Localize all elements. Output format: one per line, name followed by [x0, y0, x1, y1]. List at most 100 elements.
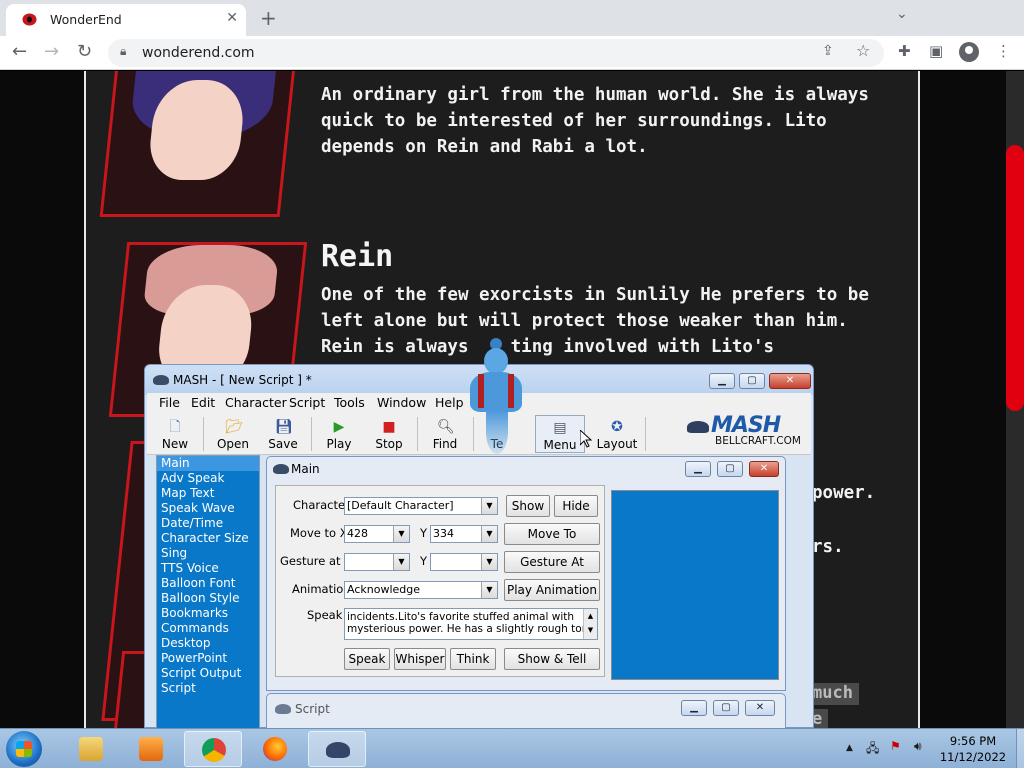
menu-character[interactable]: Character — [225, 395, 287, 410]
forward-icon[interactable]: → — [44, 41, 59, 63]
list-item[interactable]: Bookmarks — [157, 606, 259, 621]
save-button[interactable]: 💾︎ Save — [261, 415, 305, 453]
scrollbar-thumb[interactable] — [1006, 145, 1024, 411]
close-tab-icon[interactable]: ✕ — [226, 10, 238, 26]
taskbar-media-player[interactable] — [122, 731, 180, 767]
list-item[interactable]: Map Text — [157, 486, 259, 501]
speak-textarea[interactable]: incidents.Lito's favorite stuffed animal… — [344, 608, 598, 640]
new-tab-icon[interactable]: + — [260, 6, 277, 30]
menu-file[interactable]: File — [159, 395, 180, 410]
star-icon[interactable]: ☆ — [856, 41, 870, 60]
stop-button[interactable]: ■ Stop — [369, 415, 409, 453]
chevron-down-icon[interactable]: ⌄ — [896, 6, 908, 22]
list-item[interactable]: Desktop — [157, 636, 259, 651]
share-icon[interactable]: ⇪ — [822, 43, 834, 59]
show-button[interactable]: Show — [506, 495, 550, 517]
menu-window[interactable]: Window — [377, 395, 426, 410]
reload-icon[interactable]: ↻ — [77, 41, 92, 63]
move-to-button[interactable]: Move To — [504, 523, 600, 545]
list-item[interactable]: Adv Speak — [157, 471, 259, 486]
chevron-down-icon[interactable]: ▼ — [393, 526, 409, 542]
character-label: Character — [293, 498, 350, 512]
close-icon[interactable]: ✕ — [769, 373, 811, 389]
play-button[interactable]: ▶ Play — [319, 415, 359, 453]
list-item[interactable]: Character Size — [157, 531, 259, 546]
taskbar-chrome[interactable] — [184, 731, 242, 767]
tray-arrow-icon[interactable]: ▲ — [846, 743, 853, 753]
media-player-icon — [139, 737, 163, 761]
command-list[interactable]: Main Adv Speak Map Text Speak Wave Date/… — [156, 455, 260, 729]
close-icon[interactable]: ✕ — [745, 700, 775, 716]
speak-button[interactable]: Speak — [344, 648, 390, 670]
taskbar-firefox[interactable] — [246, 731, 304, 767]
maximize-icon[interactable]: ▢ — [717, 461, 743, 477]
mash-icon — [326, 742, 350, 758]
menu-button[interactable]: ▤ Menu — [535, 415, 585, 453]
new-button[interactable]: 🗋 New — [155, 415, 195, 453]
mouse-cursor-icon — [580, 430, 592, 448]
volume-icon[interactable]: 🔊︎ — [914, 739, 922, 754]
find-button[interactable]: 🔍︎ Find — [425, 415, 465, 453]
list-item[interactable]: Date/Time — [157, 516, 259, 531]
flag-alert-icon[interactable]: ⚑ — [890, 739, 901, 753]
think-button[interactable]: Think — [450, 648, 496, 670]
menu-script[interactable]: Script — [289, 395, 325, 410]
maximize-icon[interactable]: ▢ — [713, 700, 739, 716]
back-icon[interactable]: ← — [12, 41, 27, 63]
taskbar-explorer[interactable] — [62, 731, 120, 767]
minimize-icon[interactable]: ▁ — [685, 461, 711, 477]
browser-tab[interactable]: WonderEnd ✕ — [6, 4, 246, 36]
gesture-at-button[interactable]: Gesture At — [504, 551, 600, 573]
list-item[interactable]: Speak Wave — [157, 501, 259, 516]
network-icon[interactable]: 🖧︎ — [866, 739, 879, 760]
list-item[interactable]: Balloon Font — [157, 576, 259, 591]
move-y-input[interactable]: 334 ▼ — [430, 525, 498, 543]
minimize-icon[interactable]: ▁ — [709, 373, 735, 389]
list-item[interactable]: Sing — [157, 546, 259, 561]
clock-time: 9:56 PM — [949, 734, 997, 748]
animation-select[interactable]: Acknowledge ▼ — [344, 581, 498, 599]
menu-icon[interactable]: ⋮ — [996, 42, 1011, 60]
whisper-button[interactable]: Whisper — [394, 648, 446, 670]
chevron-down-icon[interactable]: ▼ — [481, 582, 497, 598]
scrollbar[interactable]: ▲ ▼ — [583, 609, 597, 639]
list-item[interactable]: Commands — [157, 621, 259, 636]
start-button[interactable] — [6, 731, 42, 767]
gesture-y-input[interactable]: ▼ — [430, 553, 498, 571]
lito-description: An ordinary girl from the human world. S… — [321, 85, 869, 157]
hide-button[interactable]: Hide — [554, 495, 598, 517]
profile-icon[interactable] — [959, 42, 979, 62]
list-item[interactable]: PowerPoint — [157, 651, 259, 666]
minimize-icon[interactable]: ▁ — [681, 700, 707, 716]
taskbar-clock[interactable]: 9:56 PM 11/12/2022 — [930, 733, 1016, 765]
open-button[interactable]: 📂︎ Open — [211, 415, 255, 453]
gesture-x-input[interactable]: ▼ — [344, 553, 410, 571]
chevron-down-icon[interactable]: ▼ — [393, 554, 409, 570]
list-item[interactable]: Script Output — [157, 666, 259, 681]
character-preview — [611, 490, 779, 680]
list-item[interactable]: TTS Voice — [157, 561, 259, 576]
character-select[interactable]: [Default Character] ▼ — [344, 497, 498, 515]
sidebar-icon[interactable]: ▣ — [929, 42, 943, 60]
show-and-tell-button[interactable]: Show & Tell — [504, 648, 600, 670]
move-x-input[interactable]: 428 ▼ — [344, 525, 410, 543]
list-item[interactable]: Script — [157, 681, 259, 696]
chevron-down-icon[interactable]: ▼ — [481, 554, 497, 570]
play-animation-button[interactable]: Play Animation — [504, 579, 600, 601]
lock-icon[interactable]: 🔒︎ — [120, 44, 126, 59]
menu-tools[interactable]: Tools — [334, 395, 365, 410]
close-icon[interactable]: ✕ — [749, 461, 779, 477]
maximize-icon[interactable]: ▢ — [739, 373, 765, 389]
mash-title: MASH - [ New Script ] * — [173, 373, 312, 387]
menu-edit[interactable]: Edit — [191, 395, 215, 410]
extensions-icon[interactable]: ✚ — [898, 42, 911, 60]
show-desktop-button[interactable] — [1016, 729, 1024, 768]
list-item[interactable]: Main — [157, 456, 259, 471]
genie-agent-character[interactable] — [460, 338, 530, 458]
layout-button[interactable]: ✪ Layout — [595, 415, 639, 453]
chevron-down-icon[interactable]: ▼ — [481, 498, 497, 514]
chevron-down-icon[interactable]: ▼ — [481, 526, 497, 542]
address-bar[interactable]: 🔒︎ wonderend.com ⇪ ☆ — [108, 39, 884, 67]
taskbar-mash[interactable] — [308, 731, 366, 767]
list-item[interactable]: Balloon Style — [157, 591, 259, 606]
